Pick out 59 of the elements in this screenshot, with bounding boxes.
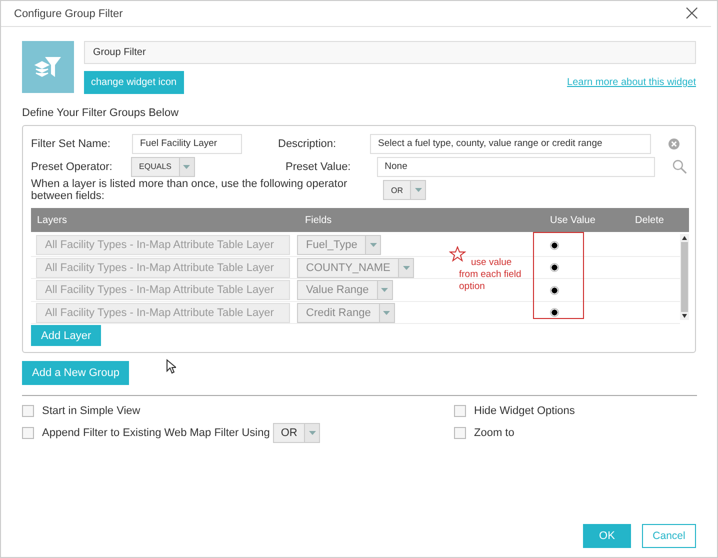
use-value-radio[interactable]	[550, 286, 559, 295]
operator-dropdown[interactable]: EQUALS	[131, 156, 195, 177]
operator-dropdown[interactable]: OR	[272, 423, 320, 443]
option-label: Append Filter to Existing Web Map Filter Using	[42, 427, 270, 439]
checkbox[interactable]	[22, 405, 34, 417]
caret-icon	[402, 266, 410, 270]
layer-dropdown[interactable]: All Facility Types - In-Map Attribute Table Layer	[36, 280, 290, 300]
star-icon	[449, 246, 466, 262]
checkbox[interactable]	[454, 405, 466, 417]
layer-dropdown[interactable]: All Facility Types - In-Map Attribute Table Layer	[36, 302, 290, 323]
column-header: Use Value	[549, 214, 596, 226]
add-group-button[interactable]: Add a New Group	[22, 361, 130, 385]
scroll-up-icon[interactable]	[681, 234, 688, 242]
caret-icon	[183, 164, 190, 169]
layer-dropdown[interactable]: All Facility Types - In-Map Attribute Table Layer	[36, 258, 290, 278]
caret-icon	[414, 188, 422, 192]
widget-icon	[22, 41, 74, 93]
use-value-radio[interactable]	[550, 263, 559, 272]
checkbox[interactable]	[454, 427, 466, 439]
operator-dropdown[interactable]: OR	[383, 180, 426, 200]
field-label: Preset Value:	[286, 160, 352, 173]
learn-more-link[interactable]: Learn more about this widget	[567, 77, 696, 88]
checkbox[interactable]	[22, 427, 34, 439]
section-title: Define Your Filter Groups Below	[22, 107, 180, 119]
column-header: Delete	[634, 214, 664, 226]
caret-icon	[383, 310, 390, 315]
field-label: Preset Operator:	[31, 160, 114, 173]
cancel-button[interactable]: Cancel	[642, 524, 696, 548]
operator-note: When a layer is listed more than once, use the following operator between fields:	[31, 178, 348, 202]
use-value-radio[interactable]	[550, 308, 559, 318]
widget-name-field[interactable]: Group Filter	[84, 41, 696, 64]
caret-icon	[381, 288, 388, 292]
caret-icon	[370, 243, 377, 248]
column-header: Fields	[304, 214, 333, 226]
close-button[interactable]: ×	[682, 4, 701, 24]
option-label: Zoom to	[474, 427, 514, 439]
change-icon-button[interactable]: change widget icon	[84, 71, 184, 94]
caret-icon	[308, 431, 316, 435]
use-value-radio[interactable]	[550, 240, 559, 250]
field-label: Filter Set Name:	[31, 138, 112, 150]
scrollbar[interactable]	[680, 234, 689, 320]
layer-dropdown[interactable]: All Facility Types - In-Map Attribute Table Layer	[36, 235, 290, 256]
cursor-icon	[166, 359, 176, 374]
filter-set-name-field[interactable]: Fuel Facility Layer	[132, 134, 242, 154]
field-dropdown[interactable]: Value Range	[297, 280, 393, 300]
field-label: Description:	[278, 138, 338, 150]
scroll-down-icon[interactable]	[681, 312, 688, 320]
ok-button[interactable]: OK	[583, 524, 631, 548]
preset-value-field[interactable]: None	[376, 156, 656, 177]
field-dropdown[interactable]: Fuel_Type	[297, 235, 382, 256]
option-label: Start in Simple View	[42, 405, 140, 417]
window-title: Configure Group Filter	[14, 8, 123, 20]
column-header: Layers	[36, 214, 68, 226]
field-dropdown[interactable]: Credit Range	[297, 302, 395, 323]
option-label: Hide Widget Options	[474, 405, 575, 417]
annotation-text: use value from each field option	[459, 257, 522, 294]
description-field[interactable]: Select a fuel type, county, value range or credit range	[370, 134, 651, 154]
add-layer-button[interactable]: Add Layer	[31, 325, 102, 346]
field-dropdown[interactable]: COUNTY_NAME	[297, 258, 414, 278]
